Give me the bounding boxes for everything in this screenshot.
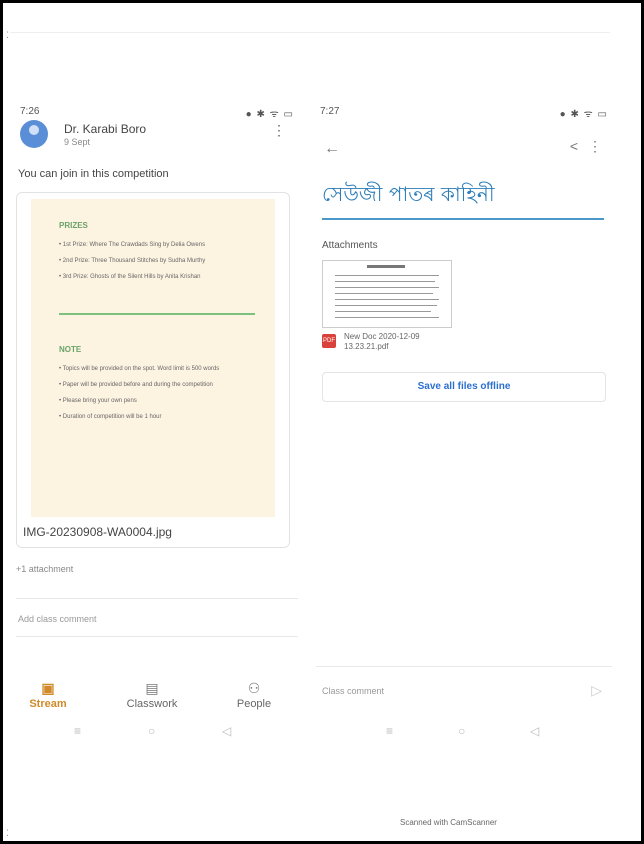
back-button[interactable]: ◁ xyxy=(222,724,231,738)
pdf-icon: PDF xyxy=(322,334,336,348)
divider xyxy=(16,636,298,637)
thumbnail-text-line xyxy=(335,281,435,282)
back-arrow-icon[interactable]: ← xyxy=(324,140,340,158)
recent-apps-button[interactable]: ≡ xyxy=(386,724,393,738)
prize-item: 3rd Prize: Ghosts of the Silent Hills by… xyxy=(59,273,259,281)
status-icons: ● ✱ ᯤ ▭ xyxy=(559,109,608,120)
status-time: 7:27 xyxy=(320,106,340,117)
thumbnail-text-line xyxy=(335,293,433,294)
post-text: You can join in this competition xyxy=(18,168,169,180)
tab-stream[interactable]: ▣ Stream xyxy=(8,680,88,710)
title-divider xyxy=(322,218,604,220)
status-icons: ● ✱ ᯤ ▭ xyxy=(245,109,294,120)
pdf-filename[interactable]: New Doc 2020-12-09 13.23.21.pdf xyxy=(344,332,444,352)
more-attachments-link[interactable]: +1 attachment xyxy=(16,564,73,574)
avatar[interactable] xyxy=(20,120,48,148)
attachment-filename[interactable]: IMG-20230908-WA0004.jpg xyxy=(23,525,172,539)
attachment-card[interactable]: PRIZES 1st Prize: Where The Crawdads Sin… xyxy=(16,192,290,548)
divider xyxy=(316,666,612,667)
status-time: 7:26 xyxy=(20,106,40,117)
thumbnail-text-line xyxy=(335,311,431,312)
back-button[interactable]: ◁ xyxy=(530,724,539,738)
right-phone-screen: 7:27 ● ✱ ᯤ ▭ ← < ⋮ সেউজী পাতৰ কাহিনী Att… xyxy=(316,100,612,738)
note-item: Topics will be provided on the spot. Wor… xyxy=(59,365,259,373)
note-heading: NOTE xyxy=(59,345,82,354)
pdf-thumbnail[interactable] xyxy=(322,260,452,328)
prize-item: 2nd Prize: Three Thousand Stitches by Su… xyxy=(59,257,259,265)
home-button[interactable]: ○ xyxy=(458,724,465,738)
prizes-list: 1st Prize: Where The Crawdads Sing by De… xyxy=(59,241,259,289)
note-item: Duration of competition will be 1 hour xyxy=(59,413,259,421)
page-edge-line xyxy=(10,32,610,33)
tab-classwork[interactable]: ▤ Classwork xyxy=(112,680,192,710)
note-item: Please bring your own pens xyxy=(59,397,259,405)
tab-label: Stream xyxy=(29,698,67,710)
prizes-heading: PRIZES xyxy=(59,221,88,230)
thumbnail-text-line xyxy=(335,275,439,276)
tab-people[interactable]: ⚇ People xyxy=(214,680,294,710)
class-comment-input[interactable]: Class comment xyxy=(322,686,384,696)
thumbnail-text-line xyxy=(335,317,439,318)
divider xyxy=(16,598,298,599)
note-item: Paper will be provided before and during… xyxy=(59,381,259,389)
assignment-title: সেউজী পাতৰ কাহিনী xyxy=(322,182,495,206)
post-date: 9 Sept xyxy=(64,137,91,147)
classwork-icon: ▤ xyxy=(145,680,159,696)
home-button[interactable]: ○ xyxy=(148,724,155,738)
add-class-comment-input[interactable]: Add class comment xyxy=(18,614,97,624)
prize-item: 1st Prize: Where The Crawdads Sing by De… xyxy=(59,241,259,249)
corner-mark-bottom: ⁚ xyxy=(6,828,9,838)
attachments-heading: Attachments xyxy=(322,240,378,251)
status-bar: 7:26 ● ✱ ᯤ ▭ xyxy=(16,106,298,120)
save-all-offline-button[interactable]: Save all files offline xyxy=(322,372,606,402)
notes-list: Topics will be provided on the spot. Wor… xyxy=(59,365,259,429)
status-bar: 7:27 ● ✱ ᯤ ▭ xyxy=(316,106,612,120)
send-icon[interactable]: ▷ xyxy=(591,682,602,699)
thumbnail-text-line xyxy=(335,305,437,306)
tab-label: Classwork xyxy=(126,698,178,710)
scanner-watermark: Scanned with CamScanner xyxy=(400,818,497,827)
corner-mark-top: ⁚ xyxy=(6,30,9,40)
thumbnail-text-line xyxy=(335,299,439,300)
author-name: Dr. Karabi Boro xyxy=(64,122,147,136)
stream-icon: ▣ xyxy=(41,680,55,696)
thumbnail-text-line xyxy=(335,287,439,288)
left-phone-screen: 7:26 ● ✱ ᯤ ▭ Dr. Karabi Boro 9 Sept ⋮ Yo… xyxy=(16,100,298,738)
image-attachment-preview[interactable]: PRIZES 1st Prize: Where The Crawdads Sin… xyxy=(31,199,275,517)
more-options-icon[interactable]: ⋮ xyxy=(588,138,602,155)
tab-label: People xyxy=(236,698,272,710)
thumbnail-heading-line xyxy=(367,265,405,268)
recent-apps-button[interactable]: ≡ xyxy=(74,724,81,738)
doc-divider xyxy=(59,313,255,315)
people-icon: ⚇ xyxy=(247,680,261,696)
more-options-icon[interactable]: ⋮ xyxy=(272,122,286,139)
share-icon[interactable]: < xyxy=(570,138,578,154)
